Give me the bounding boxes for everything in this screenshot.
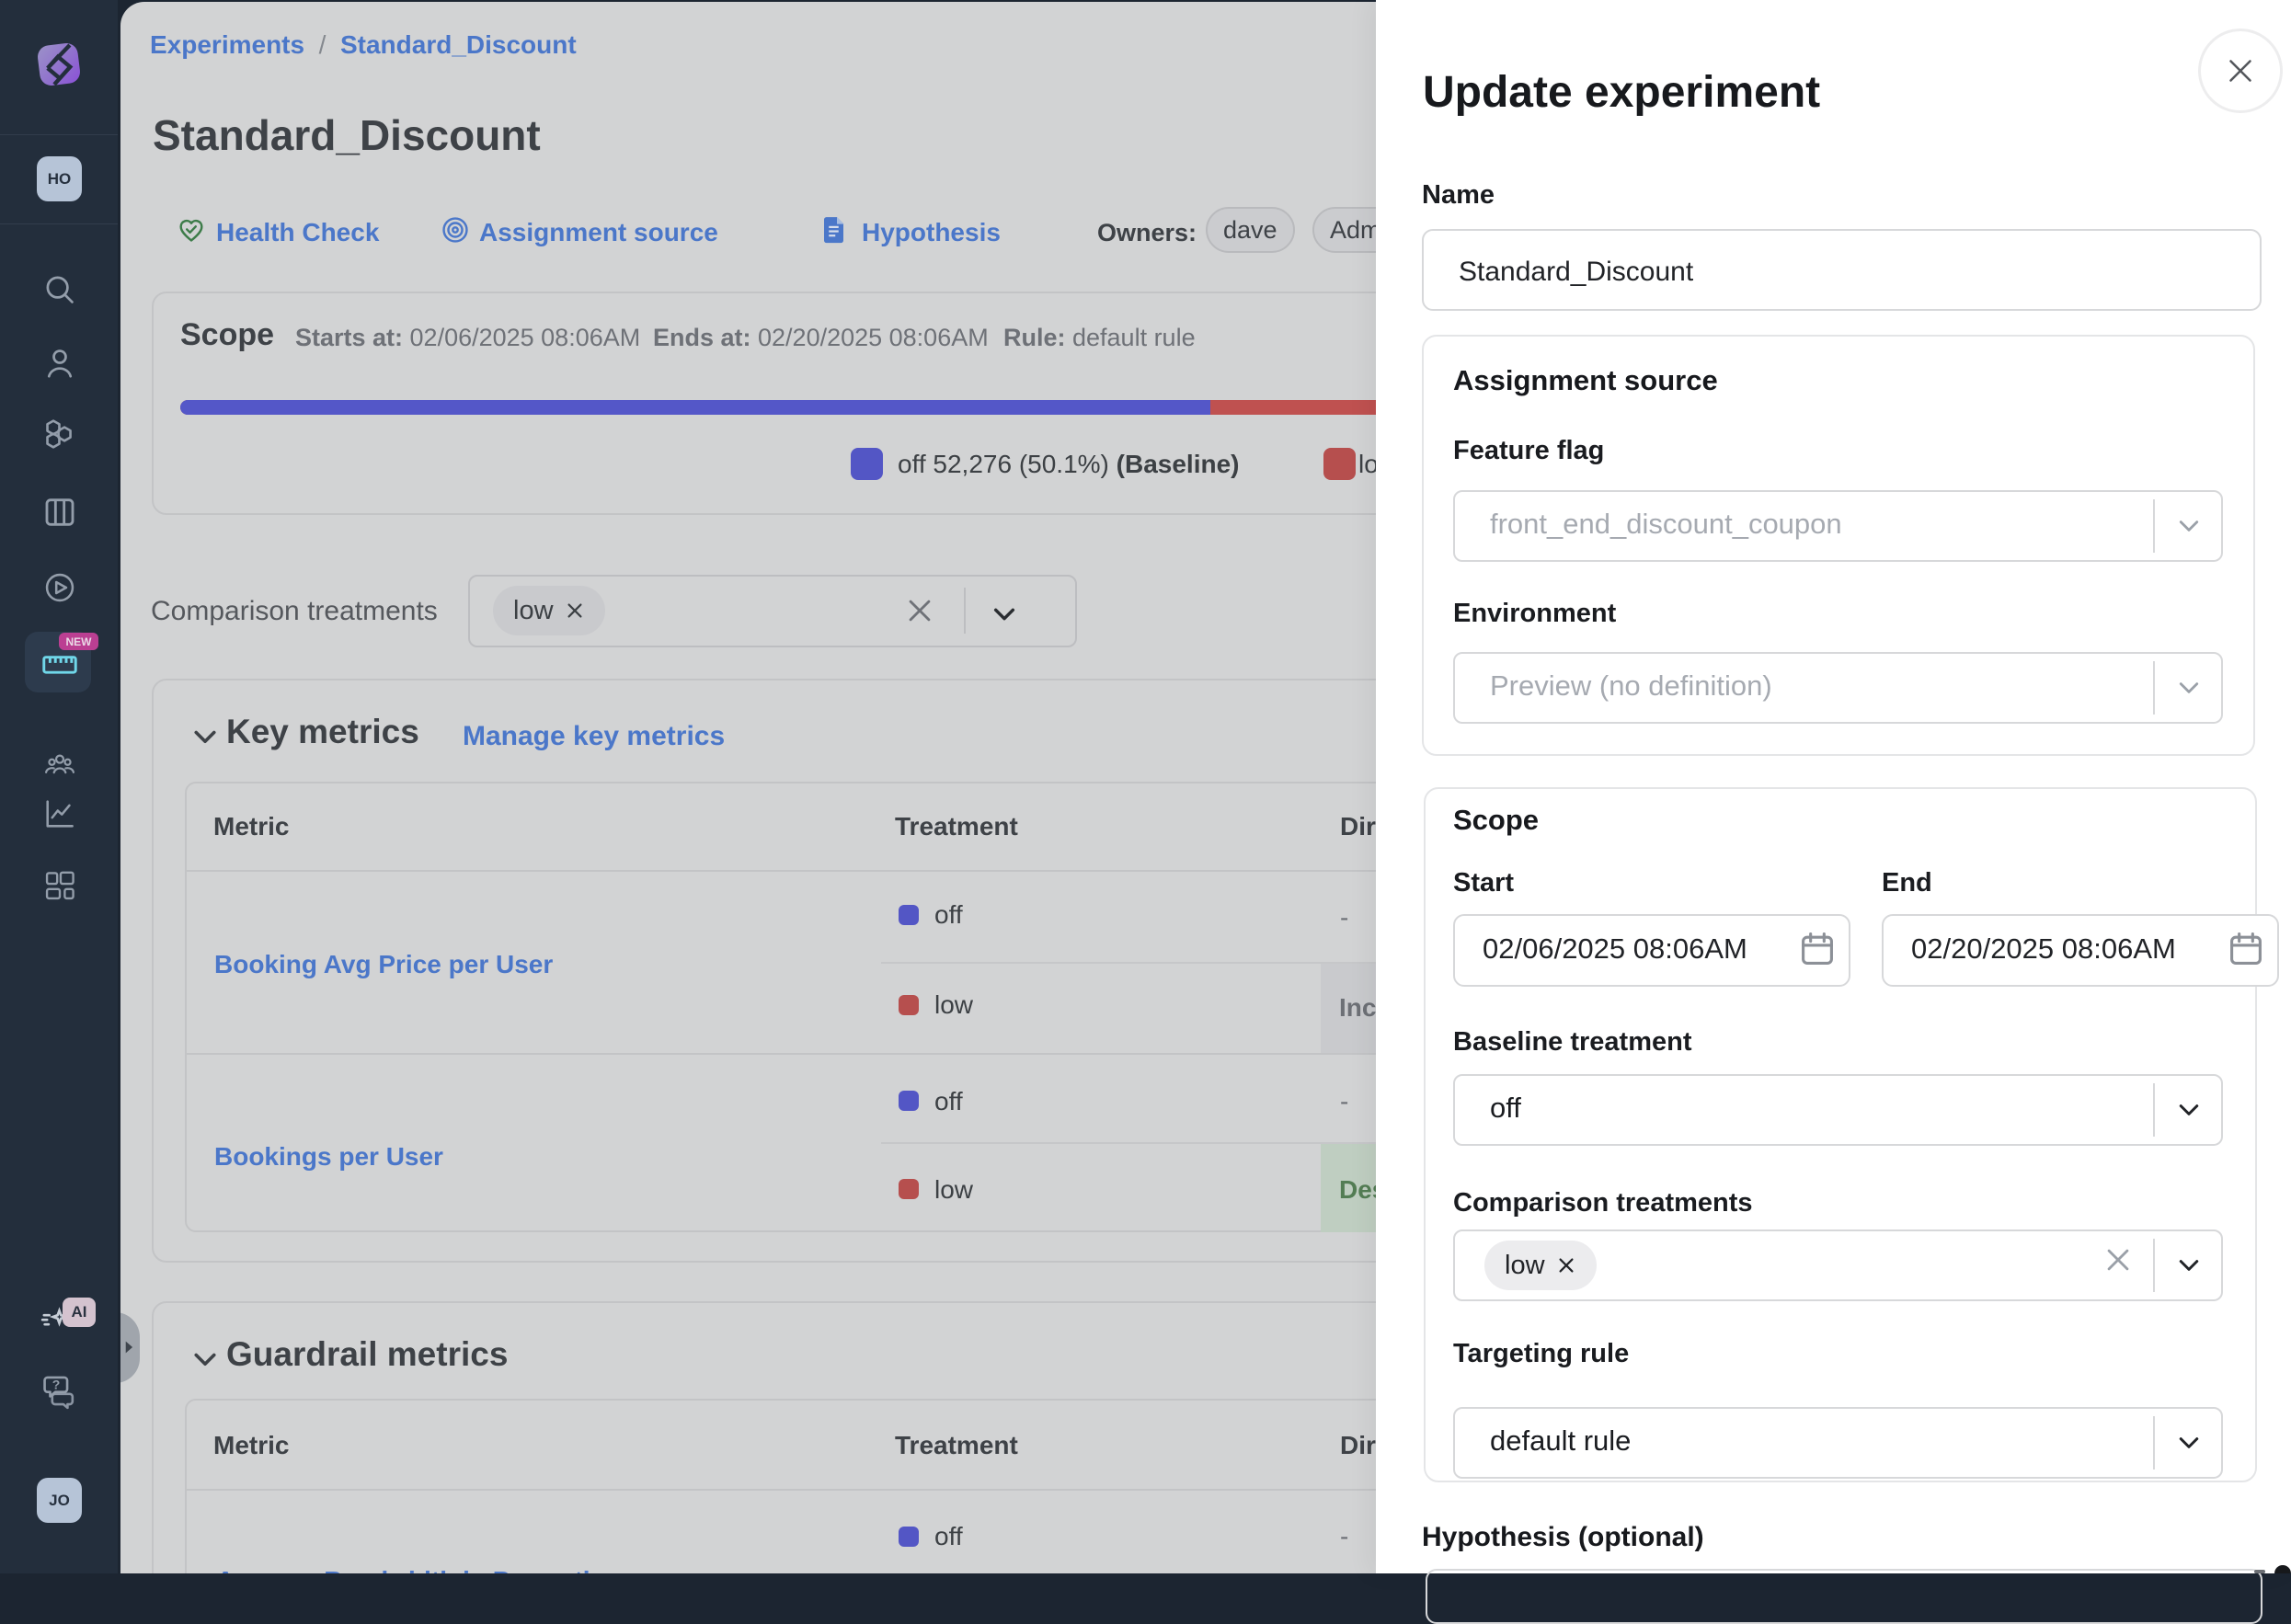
svg-text:?: ? [52, 1378, 61, 1392]
